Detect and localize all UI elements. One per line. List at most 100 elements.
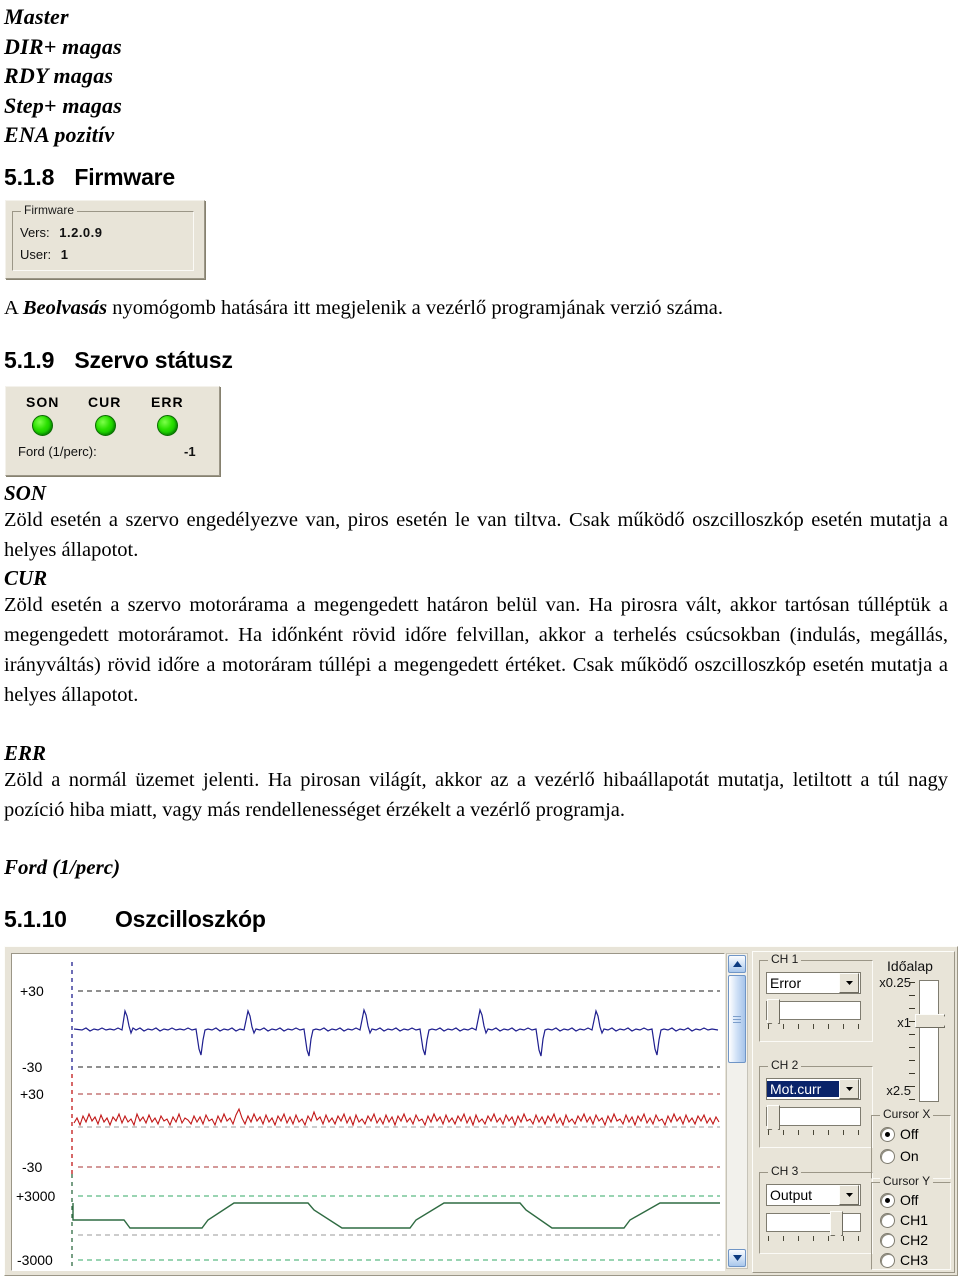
cursor-y-legend: Cursor Y [880,1174,934,1188]
channel2-slider-thumb[interactable] [767,1105,780,1134]
gridlines [78,990,720,1261]
trace-ch3-output [72,1202,720,1229]
channel1-value: Error [770,975,802,991]
cursor-x-option-off[interactable]: Off [880,1126,918,1142]
channel3-slider-thumb[interactable] [830,1211,843,1240]
term-son: SON [4,481,47,505]
document-page: Master DIR+ magas RDY magas Step+ magas … [0,0,960,1276]
channel1-group: CH 1 Error [759,952,873,1042]
cursor-y-label-off: Off [900,1192,919,1208]
led-label-err: ERR [151,394,184,410]
channel2-gain-slider[interactable] [766,1105,861,1139]
channel2-group: CH 2 Mot.curr [759,1058,873,1148]
paragraph-son: Zöld esetén a szervo engedélyezve van, p… [4,509,948,561]
channel3-group: CH 3 Output [759,1164,873,1254]
led-label-cur: CUR [88,394,122,410]
heading-servo-status: 5.1.9 Szervo státusz [4,347,233,374]
term-ford: Ford (1/perc) [4,855,121,879]
cursor-y-label-ch2: CH2 [900,1232,929,1248]
timebase-caption: Időalap [887,958,933,974]
y-label-0: +30 [20,983,44,999]
channel2-select[interactable]: Mot.curr [766,1078,861,1100]
caption-emphasis: Beolvasás [22,297,108,319]
cursor-x-label-off: Off [900,1126,919,1142]
channel3-value: Output [770,1187,813,1203]
heading-number: 5.1.9 [4,347,55,373]
cursor-y-option-ch1[interactable]: CH1 [880,1212,928,1228]
scrollbar-grip-icon [733,1018,741,1020]
timebase-label-x025: x0.25 [879,975,911,990]
channel1-slider-thumb[interactable] [767,999,780,1028]
radio-unselected-icon [880,1232,895,1248]
timebase-group: Időalap x0.25 x1 x2.5 [871,958,950,1110]
timebase-slider-track[interactable] [919,980,939,1102]
scroll-down-arrow-icon[interactable] [728,1249,746,1267]
channel3-select[interactable]: Output [766,1184,861,1206]
channel1-select[interactable]: Error [766,972,861,994]
channel1-slider-ticks [768,1024,861,1032]
chevron-down-icon[interactable] [839,1185,859,1205]
scrollbar-thumb[interactable] [728,975,746,1063]
radio-unselected-icon [880,1148,895,1164]
firmware-screenshot: Firmware Vers: 1.2.0.9 User: 1 [5,200,205,279]
scope-scrollbar[interactable] [726,953,748,1269]
led-err [157,415,178,436]
chevron-down-icon[interactable] [839,973,859,993]
oscilloscope-plot: +30 -30 +30 -30 +3000 -3000 [11,953,725,1271]
signal-list: Master DIR+ magas RDY magas Step+ magas … [4,2,122,150]
led-label-son: SON [26,394,60,410]
paragraph-cur: Zöld esetén a szervo motorárama a megeng… [4,594,948,706]
radio-selected-icon [880,1126,895,1142]
y-label-2: +30 [20,1086,44,1102]
channel1-slider-track[interactable] [766,1001,861,1020]
scroll-up-arrow-icon[interactable] [728,955,746,973]
chevron-down-icon[interactable] [839,1079,859,1099]
cursor-y-option-ch2[interactable]: CH2 [880,1232,928,1248]
ford-label: Ford (1/perc): [18,444,97,459]
signal-item: DIR+ magas [4,33,122,59]
led-cur [95,415,116,436]
trace-ch2-motor-current [73,1107,720,1127]
channel3-gain-slider[interactable] [766,1211,861,1245]
channel1-gain-slider[interactable] [766,999,861,1033]
term-err: ERR [4,741,47,765]
heading-oscilloscope: 5.1.10 Oszcilloszkóp [4,906,266,933]
firmware-groupbox: Firmware [12,203,194,271]
radio-unselected-icon [880,1212,895,1228]
heading-firmware: 5.1.8 Firmware [4,164,175,191]
caption-after: nyomógomb hatására itt megjelenik a vezé… [107,297,723,319]
cursor-y-group: Cursor Y Off CH1 CH2 CH3 [871,1174,951,1270]
servo-status-screenshot: SON CUR ERR Ford (1/perc): -1 [5,386,220,476]
firmware-user-row: User: 1 [20,247,68,262]
timebase-ticks [907,982,917,1100]
cursor-x-legend: Cursor X [880,1107,934,1121]
cursor-x-option-on[interactable]: On [880,1148,919,1164]
scope-svg: +30 -30 +30 -30 +3000 -3000 [16,962,720,1268]
cursor-y-option-off[interactable]: Off [880,1192,918,1208]
paragraph-err: Zöld a normál üzemet jelenti. Ha pirosan… [4,769,948,821]
channel3-legend: CH 3 [768,1164,802,1178]
firmware-user-label: User: [20,247,52,262]
radio-unselected-icon [880,1252,895,1268]
led-son [32,415,53,436]
timebase-slider-thumb[interactable] [915,1014,950,1028]
channel2-legend: CH 2 [768,1058,802,1072]
channel3-slider-track[interactable] [766,1213,861,1232]
signal-item: Master [4,4,69,29]
cursor-x-groupbox: Cursor X [871,1107,951,1179]
channel3-slider-ticks [768,1236,861,1244]
signal-item: RDY magas [4,63,114,88]
y-label-4: +3000 [16,1188,56,1204]
timebase-label-x1: x1 [897,1015,911,1030]
cursor-y-option-ch3[interactable]: CH3 [880,1252,928,1268]
signal-item: Step+ magas [4,92,123,118]
channel2-slider-track[interactable] [766,1107,861,1126]
oscilloscope-screenshot: +30 -30 +30 -30 +3000 -3000 CH 1 Error C… [4,946,958,1276]
heading-title: Firmware [74,164,176,190]
y-label-5: -3000 [17,1252,53,1268]
channel2-value: Mot.curr [767,1081,839,1097]
firmware-version-value: 1.2.0.9 [59,225,103,240]
firmware-caption: A Beolvasás nyomógomb hatására itt megje… [4,293,944,323]
caption-before: A [4,297,23,319]
term-cur: CUR [4,566,48,590]
